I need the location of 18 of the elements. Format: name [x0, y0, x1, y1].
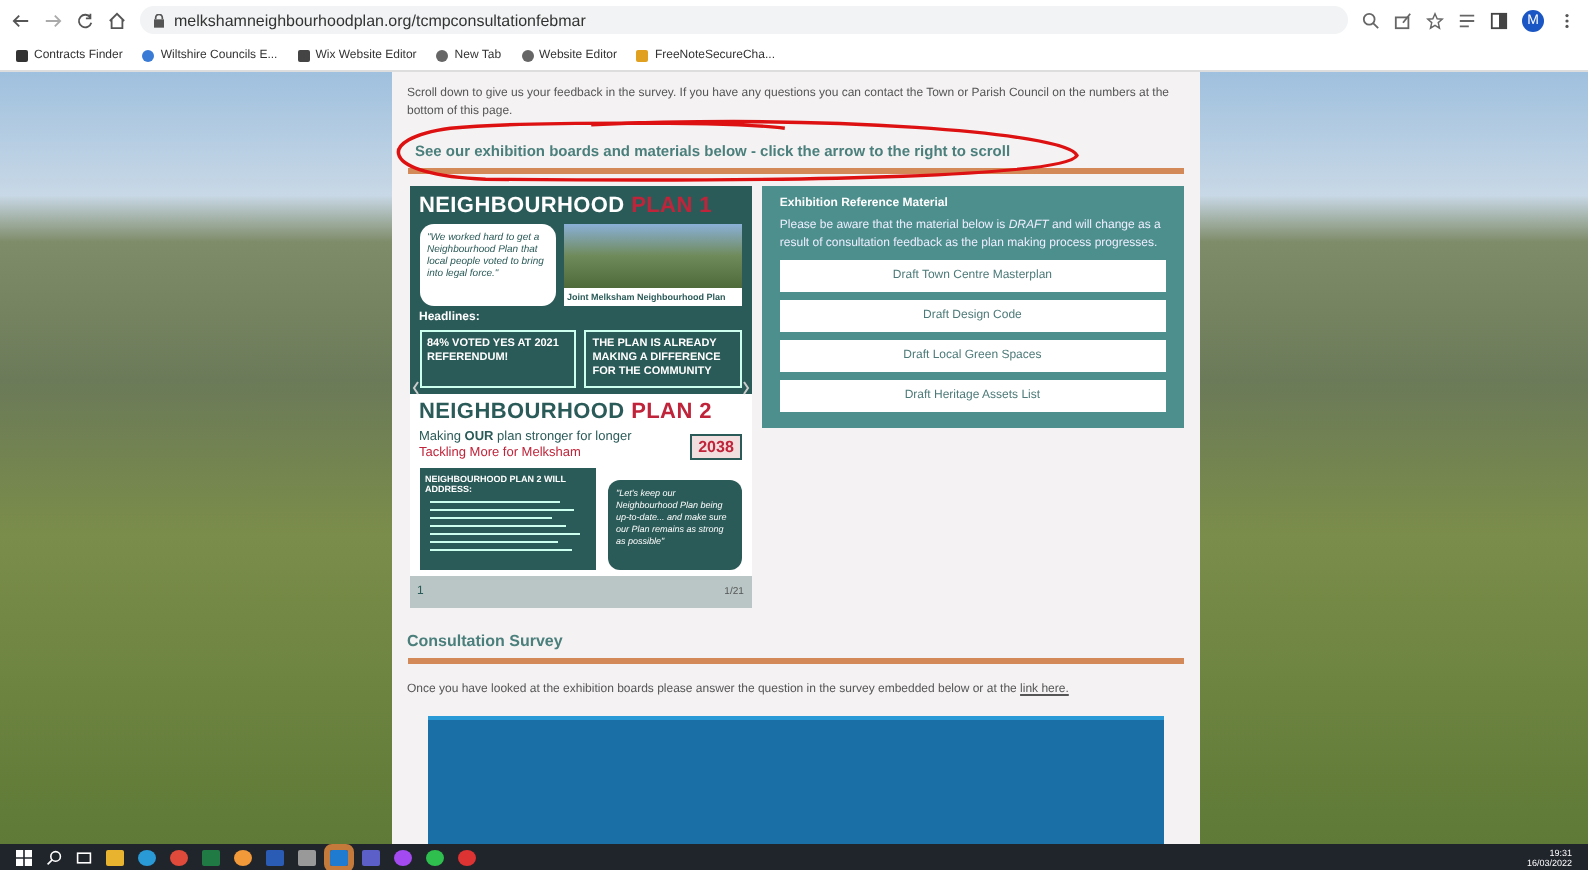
share-icon[interactable] — [1394, 11, 1412, 29]
windows-start-icon[interactable] — [16, 849, 32, 865]
board-title: NEIGHBOURHOOD PLAN 1 — [419, 194, 714, 218]
chevron-left-icon[interactable] — [411, 380, 419, 396]
address-bar[interactable]: melkshamneighbourhoodplan.org/tcmpconsultationfebmar — [140, 6, 1348, 34]
chevron-right-icon[interactable] — [741, 380, 750, 396]
task-view-icon[interactable] — [76, 849, 92, 865]
section-heading: Consultation Survey — [407, 632, 565, 650]
home-icon[interactable] — [108, 11, 126, 29]
search-icon[interactable] — [46, 849, 62, 865]
reload-icon[interactable] — [76, 11, 94, 29]
lock-icon — [154, 13, 164, 27]
star-icon[interactable] — [1426, 11, 1444, 29]
back-icon[interactable] — [12, 11, 30, 29]
board-title: NEIGHBOURHOOD PLAN 2 — [419, 400, 714, 424]
list-icon[interactable] — [1458, 11, 1476, 29]
year-badge: 2038 — [690, 433, 742, 459]
sidebar-icon[interactable] — [1490, 11, 1508, 29]
